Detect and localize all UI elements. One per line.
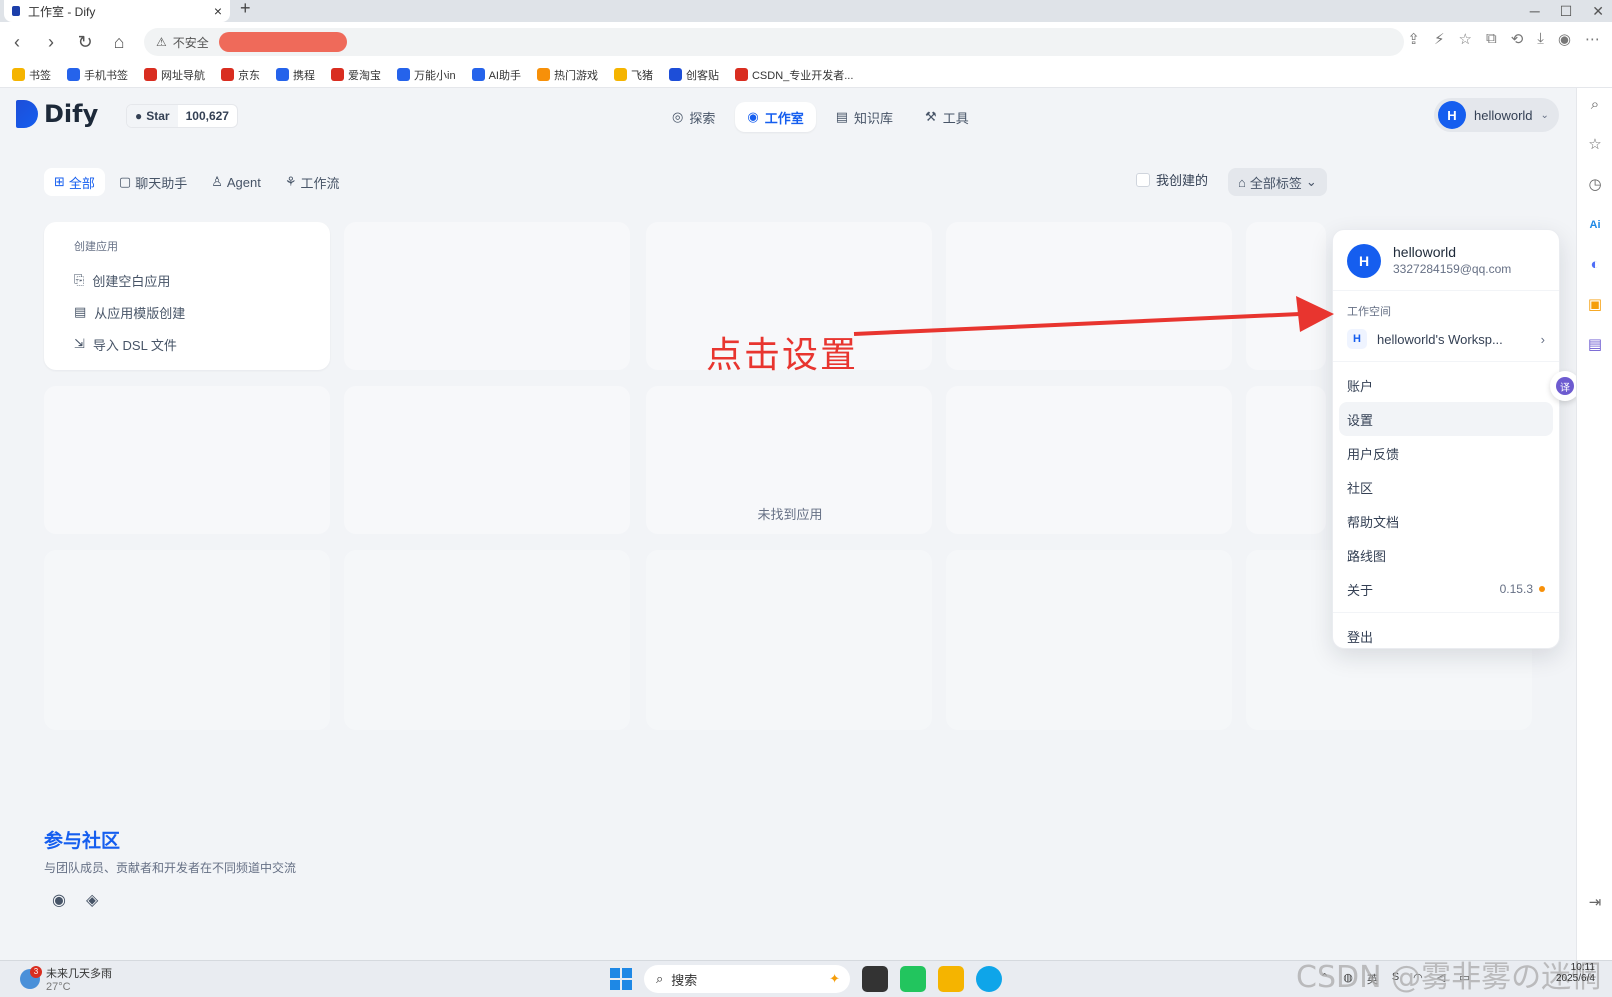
bookmark-icon xyxy=(67,68,80,81)
browser-app-icon[interactable] xyxy=(976,966,1002,992)
briefcase-icon[interactable]: ▣ xyxy=(1586,296,1604,314)
close-window-icon[interactable]: ✕ xyxy=(1592,3,1604,20)
home-icon[interactable]: ⌂ xyxy=(102,32,136,53)
bookmark-icon xyxy=(613,68,627,81)
bookmark-label: 携程 xyxy=(293,69,315,82)
bookmark-item[interactable]: 爱淘宝 xyxy=(331,67,381,83)
forward-icon[interactable]: › xyxy=(34,32,68,53)
taskbar-search-label: 搜索 xyxy=(671,972,698,988)
back-icon[interactable]: ‹ xyxy=(0,32,34,53)
bookmark-label: 飞猪 xyxy=(630,69,653,82)
weather-widget[interactable]: 3 未来几天多雨 27°C xyxy=(20,965,112,993)
warning-icon: ⚠ xyxy=(156,35,167,49)
bookmark-item[interactable]: 创客贴 xyxy=(668,67,719,83)
extensions-icon[interactable]: ⧉ xyxy=(1486,30,1497,48)
bookmark-icon xyxy=(397,68,410,81)
copilot-icon: ✦ xyxy=(829,971,840,986)
ai-icon[interactable]: Ai xyxy=(1586,216,1604,234)
favorite-star-icon[interactable]: ☆ xyxy=(1459,30,1472,48)
windows-start-icon[interactable] xyxy=(610,968,632,990)
annotation-arrow xyxy=(853,296,1334,336)
bookmark-label: 万能小in xyxy=(414,69,456,82)
dify-favicon-icon xyxy=(12,6,20,16)
clock-date: 2025/6/4 xyxy=(1556,973,1595,984)
star-icon[interactable]: ☆ xyxy=(1586,136,1604,154)
bookmark-item[interactable]: CSDN_专业开发者... xyxy=(734,67,854,83)
game-icon[interactable]: ◐ xyxy=(1586,256,1604,274)
annotation-arrow-head xyxy=(1296,296,1334,332)
bolt-icon[interactable]: ⚡ xyxy=(1434,30,1445,48)
translate-icon[interactable]: ▤ xyxy=(1586,336,1604,354)
bookmark-icon xyxy=(331,68,344,81)
browser-right-sidebar: ⌕ ☆ ◷ Ai ◐ ▣ ▤ ⇥ xyxy=(1576,88,1612,960)
bookmark-icon xyxy=(471,68,485,81)
more-icon[interactable]: ⋯ xyxy=(1585,30,1600,48)
bookmark-label: 热门游戏 xyxy=(553,69,598,82)
taskbar-apps: ⌕ 搜索 ✦ xyxy=(610,965,1002,993)
search-icon[interactable]: ⌕ xyxy=(1586,96,1604,114)
bookmark-icon xyxy=(144,68,157,81)
redacted-url xyxy=(218,32,347,52)
taskbar-clock[interactable]: 10:11 2025/6/4 xyxy=(1556,962,1595,984)
bookmark-item[interactable]: AI助手 xyxy=(471,67,521,83)
bookmark-icon xyxy=(536,68,550,81)
terminal-app-icon[interactable] xyxy=(862,966,888,992)
security-label: 不安全 xyxy=(172,35,209,50)
address-bar-row: ‹ › ↻ ⌂ ⚠ 不安全 xyxy=(0,22,1612,62)
clock-time: 10:11 xyxy=(1570,962,1595,973)
history-icon[interactable]: ⟲ xyxy=(1511,30,1524,48)
weather-temp: 27°C xyxy=(46,981,71,993)
bookmark-item[interactable]: 热门游戏 xyxy=(536,67,598,83)
window-controls: ─ ☐ ✕ xyxy=(1530,0,1604,22)
bookmark-label: AI助手 xyxy=(488,69,521,82)
browser-toolbar-icons: ⇪ ⚡ ☆ ⧉ ⟲ ⤓ ◉ ⋯ xyxy=(1407,30,1600,48)
reload-icon[interactable]: ↻ xyxy=(68,32,102,53)
bookmark-item[interactable]: 网址导航 xyxy=(144,67,205,83)
url-input[interactable]: ⚠ 不安全 xyxy=(144,28,1404,56)
bookmark-label: 网址导航 xyxy=(161,69,205,82)
bookmark-icon xyxy=(276,68,289,81)
bookmark-icon xyxy=(668,68,682,81)
bookmark-icon xyxy=(221,68,234,81)
bookmark-icon xyxy=(12,68,25,81)
clock-icon[interactable]: ◷ xyxy=(1586,176,1604,194)
collapse-sidebar-icon[interactable]: ⇥ xyxy=(1586,894,1604,912)
dify-app: Dify ● Star 100,627 ◎ 探索 ◉ 工作室 ▤ 知识库 ⚒ 工具 H hel… xyxy=(0,88,1580,960)
close-tab-icon[interactable]: × xyxy=(214,3,222,19)
tab-title: 工作室 - Dify xyxy=(28,4,96,19)
bookmark-label: 爱淘宝 xyxy=(348,69,381,82)
bookmark-item[interactable]: 书签 xyxy=(12,67,51,83)
download-icon[interactable]: ⤓ xyxy=(1537,30,1544,48)
new-tab-button[interactable]: + xyxy=(240,0,251,19)
browser-tab[interactable]: 工作室 - Dify × xyxy=(4,0,230,22)
maximize-icon[interactable]: ☐ xyxy=(1560,3,1573,20)
bookmark-label: 手机书签 xyxy=(84,69,128,82)
bookmark-label: 创客贴 xyxy=(685,69,719,82)
bookmark-label: 书签 xyxy=(29,69,51,82)
bookmark-item[interactable]: 万能小in xyxy=(397,67,456,83)
weather-badge: 3 xyxy=(30,966,42,978)
bookmark-icon xyxy=(734,68,748,81)
weather-title: 未来几天多雨 xyxy=(46,968,112,980)
bookmark-item[interactable]: 携程 xyxy=(276,67,315,83)
profile-icon[interactable]: ◉ xyxy=(1558,30,1571,48)
bookmark-label: 京东 xyxy=(238,69,260,82)
search-icon: ⌕ xyxy=(656,971,664,986)
weather-icon: 3 xyxy=(20,966,42,989)
folder-app-icon[interactable] xyxy=(938,966,964,992)
minimize-icon[interactable]: ─ xyxy=(1530,3,1540,19)
bookmark-item[interactable]: 手机书签 xyxy=(67,67,128,83)
browser-tabbar: 工作室 - Dify × + ─ ☐ ✕ xyxy=(0,0,1612,22)
screen-app-icon[interactable] xyxy=(900,966,926,992)
annotation-arrow-line xyxy=(853,312,1301,336)
bookmarks-bar: 书签 手机书签 网址导航 京东 携程 爱淘宝 万能小in AI助手 热门游戏 飞猪 创客贴 CSDN_… xyxy=(0,62,1612,88)
bookmark-item[interactable]: 京东 xyxy=(221,67,260,83)
taskbar-search[interactable]: ⌕ 搜索 ✦ xyxy=(644,965,850,993)
bookmark-label: CSDN_专业开发者... xyxy=(751,69,854,82)
bookmark-item[interactable]: 飞猪 xyxy=(613,67,653,83)
share-icon[interactable]: ⇪ xyxy=(1407,30,1420,48)
